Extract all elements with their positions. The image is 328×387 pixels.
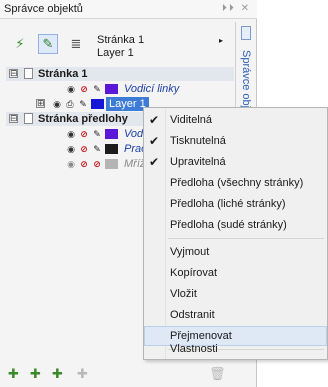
no-edit-icon[interactable]: ⊘	[92, 159, 102, 169]
collapse-icon[interactable]: ⊟	[9, 114, 18, 123]
pencil-icon[interactable]: ✎	[92, 144, 102, 154]
docker-titlebar: Správce objektů ⏵⏵ ✕	[0, 0, 257, 19]
docker-toolbar: ⚡ ✎ ≣ Stránka 1 Layer 1 ▸	[10, 30, 232, 62]
menu-item-visible[interactable]: ✔ Viditelná	[144, 110, 327, 130]
eye-icon[interactable]: ◉	[66, 144, 76, 154]
page-menu-arrow-icon[interactable]: ▸	[219, 36, 223, 45]
menu-item-master-even[interactable]: Předloha (sudé stránky)	[144, 215, 327, 235]
tree-page-label: Stránka předlohy	[38, 113, 128, 125]
collapse-icon[interactable]: ⊟	[9, 69, 18, 78]
layer-color-swatch	[105, 129, 118, 139]
check-icon: ✔	[149, 155, 160, 169]
menu-item-properties[interactable]: Vlastnosti	[144, 339, 327, 359]
trash-icon[interactable]: 🗑	[209, 366, 226, 382]
page-icon	[24, 68, 33, 79]
menu-item-master-all[interactable]: Předloha (všechny stránky)	[144, 173, 327, 193]
menu-item-printable[interactable]: ✔ Tisknutelná	[144, 131, 327, 151]
docker-title: Správce objektů	[4, 3, 83, 15]
menu-separator	[168, 238, 324, 239]
check-icon: ✔	[149, 113, 160, 127]
layer-color-swatch	[105, 84, 118, 94]
pencil-icon[interactable]: ✎	[92, 84, 102, 94]
layer-color-swatch	[105, 144, 118, 154]
page-icon	[24, 113, 33, 124]
tree-layer-row[interactable]: ◉ ⊘ ✎ Vodicí linky	[6, 82, 234, 96]
menu-item-cut[interactable]: Vyjmout	[144, 242, 327, 262]
layer-color-swatch	[105, 159, 118, 169]
layer-color-swatch	[91, 99, 104, 109]
menu-item-copy[interactable]: Kopírovat	[144, 263, 327, 283]
menu-item-editable[interactable]: ✔ Upravitelná	[144, 152, 327, 172]
show-properties-icon[interactable]: ⚡	[10, 34, 30, 54]
printer-icon[interactable]: ⎙	[65, 99, 75, 109]
side-tab-label: Správce obj	[240, 50, 252, 109]
eye-icon[interactable]: ◉	[52, 99, 62, 109]
no-print-icon[interactable]: ⊘	[79, 84, 89, 94]
tree-page-row[interactable]: ⊟ Stránka 1	[6, 67, 234, 81]
pencil-icon[interactable]: ✎	[92, 129, 102, 139]
no-print-icon[interactable]: ⊘	[79, 144, 89, 154]
object-manager-tab-icon	[241, 26, 251, 40]
menu-item-master-odd[interactable]: Předloha (liché stránky)	[144, 194, 327, 214]
layer-manager-view-icon[interactable]: ≣	[66, 34, 86, 54]
no-print-icon[interactable]: ⊘	[79, 159, 89, 169]
expand-icon[interactable]: ⊞	[36, 99, 45, 108]
eye-icon[interactable]: ◉	[66, 159, 76, 169]
current-page-info: Stránka 1 Layer 1	[97, 34, 144, 60]
docker-bottom-toolbar: ✚ ✚ ✚ ✚ 🗑	[0, 360, 257, 387]
eye-icon[interactable]: ◉	[66, 84, 76, 94]
edit-across-layers-icon[interactable]: ✎	[38, 34, 58, 54]
layer-context-menu: ✔ Viditelná ✔ Tisknutelná ✔ Upravitelná …	[143, 107, 328, 360]
menu-item-delete[interactable]: Odstranit	[144, 305, 327, 325]
no-print-icon[interactable]: ⊘	[79, 129, 89, 139]
tree-layer-label: Vodicí linky	[124, 83, 180, 95]
new-master-layer-even-icon[interactable]: ✚	[77, 366, 88, 382]
new-master-layer-icon[interactable]: ✚	[30, 366, 41, 382]
new-master-layer-odd-icon[interactable]: ✚	[52, 366, 63, 382]
eye-icon[interactable]: ◉	[66, 129, 76, 139]
check-icon: ✔	[149, 134, 160, 148]
menu-item-paste[interactable]: Vložit	[144, 284, 327, 304]
tree-page-label: Stránka 1	[38, 68, 88, 80]
pencil-icon[interactable]: ✎	[78, 99, 88, 109]
new-layer-icon[interactable]: ✚	[8, 366, 19, 382]
current-page-name: Stránka 1	[97, 34, 145, 46]
current-layer-name: Layer 1	[97, 47, 134, 59]
docker-controls[interactable]: ⏵⏵ ✕	[222, 3, 251, 14]
